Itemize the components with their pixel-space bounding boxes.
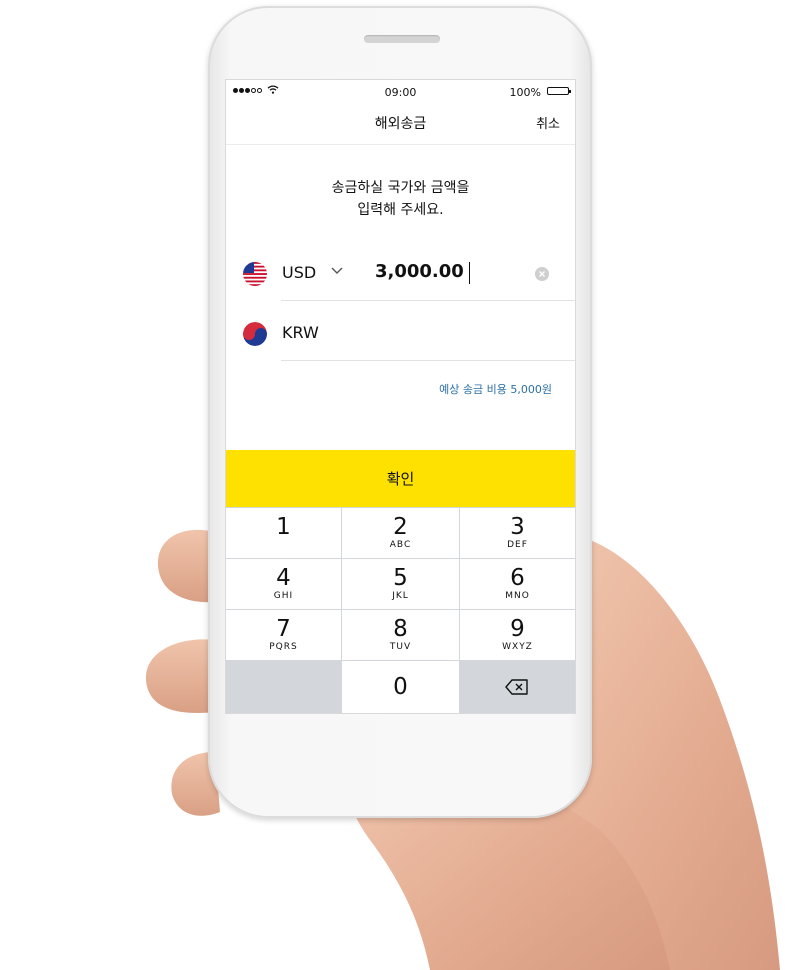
app-screen: 09:00 100% 해외송금 취소 송금하실 국가와 금액을 입력해 주세요. <box>226 80 575 713</box>
key-1[interactable]: 1 <box>226 508 341 558</box>
phone-speaker <box>364 35 440 43</box>
key-4[interactable]: 4 GHI <box>226 559 341 609</box>
key-2[interactable]: 2 ABC <box>342 508 459 558</box>
cancel-button[interactable]: 취소 <box>536 113 560 132</box>
text-cursor <box>469 262 470 284</box>
key-number: 7 <box>276 616 291 642</box>
status-bar: 09:00 100% <box>226 80 575 104</box>
key-number: 5 <box>393 565 408 591</box>
backspace-icon <box>505 679 528 695</box>
chevron-down-icon[interactable] <box>330 265 344 275</box>
numeric-keypad: 1 2 ABC 3 DEF 4 GHI 5 JKL 6 MNO 7 PQRS 8… <box>226 507 575 713</box>
page-title: 해외송금 <box>374 116 427 132</box>
key-number: 3 <box>510 514 525 540</box>
receive-currency-code: KRW <box>282 323 319 342</box>
instruction-line-2: 입력해 주세요. <box>357 202 444 218</box>
key-letters: WXYZ <box>502 642 533 652</box>
kr-flag-icon <box>243 322 267 346</box>
key-7[interactable]: 7 PQRS <box>226 610 341 660</box>
key-5[interactable]: 5 JKL <box>342 559 459 609</box>
backspace-key[interactable] <box>460 661 575 713</box>
key-letters: TUV <box>389 642 412 652</box>
key-3[interactable]: 3 DEF <box>460 508 575 558</box>
confirm-button[interactable]: 확인 <box>226 450 575 507</box>
key-number: 8 <box>393 616 408 642</box>
nav-bar: 해외송금 취소 <box>226 104 575 145</box>
divider <box>281 300 575 301</box>
send-currency-row[interactable]: USD 3,000.00 <box>226 243 575 301</box>
key-letters: PQRS <box>269 642 298 652</box>
key-number: 1 <box>276 514 291 540</box>
key-number: 6 <box>510 565 525 591</box>
key-number: 0 <box>393 674 408 700</box>
key-9[interactable]: 9 WXYZ <box>460 610 575 660</box>
clear-icon[interactable] <box>535 267 549 281</box>
key-number: 4 <box>276 565 291 591</box>
key-letters: GHI <box>273 591 294 601</box>
estimated-fee-text: 예상 송금 비용 5,000원 <box>439 383 552 396</box>
key-number: 2 <box>393 514 408 540</box>
us-flag-icon <box>243 262 267 286</box>
key-letters: MNO <box>505 591 530 601</box>
key-0[interactable]: 0 <box>342 661 459 713</box>
battery-icon <box>547 87 571 95</box>
key-6[interactable]: 6 MNO <box>460 559 575 609</box>
receive-currency-row: KRW <box>226 303 575 361</box>
key-letters: DEF <box>507 540 528 550</box>
key-8[interactable]: 8 TUV <box>342 610 459 660</box>
send-currency-code[interactable]: USD <box>282 263 316 282</box>
key-letters: ABC <box>389 540 412 550</box>
key-blank <box>226 661 341 713</box>
key-letters: JKL <box>392 591 409 601</box>
phone-frame: 09:00 100% 해외송금 취소 송금하실 국가와 금액을 입력해 주세요. <box>208 6 592 818</box>
key-number: 9 <box>510 616 525 642</box>
battery-percent: 100% <box>509 86 541 99</box>
instruction-line-1: 송금하실 국가와 금액을 <box>331 180 470 196</box>
divider <box>281 360 575 361</box>
instruction-text: 송금하실 국가와 금액을 입력해 주세요. <box>226 177 575 221</box>
send-amount-input[interactable]: 3,000.00 <box>375 261 464 282</box>
